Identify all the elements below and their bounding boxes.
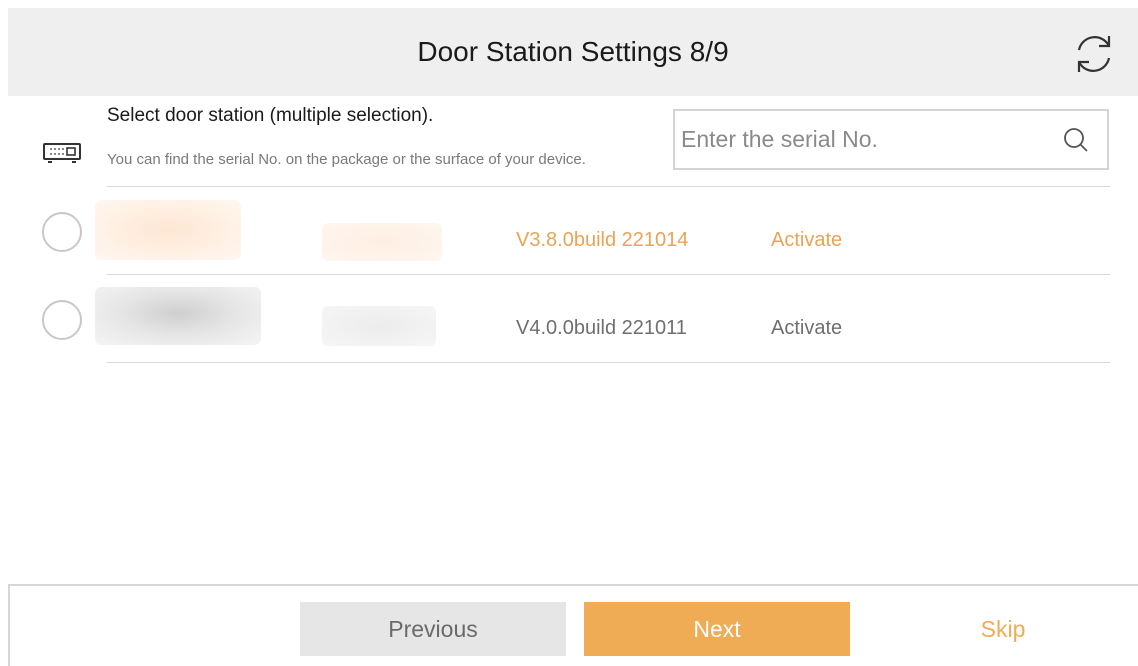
device-name-redacted	[95, 200, 241, 260]
refresh-icon[interactable]	[1070, 30, 1118, 78]
selection-title: Select door station (multiple selection)…	[107, 105, 434, 126]
header-bar: Door Station Settings 8/9	[8, 8, 1138, 96]
door-station-settings-page: Door Station Settings 8/9 Select door st…	[0, 0, 1138, 666]
firmware-version: V4.0.0build 221011	[516, 317, 687, 339]
door-station-icon	[42, 142, 82, 164]
serial-search-input[interactable]	[681, 111, 1041, 168]
serial-search-box	[673, 109, 1109, 170]
search-icon[interactable]	[1061, 125, 1091, 155]
divider	[107, 362, 1110, 363]
activate-link[interactable]: Activate	[771, 229, 842, 252]
skip-button[interactable]: Skip	[900, 602, 1106, 656]
next-button[interactable]: Next	[584, 602, 850, 656]
page-title: Door Station Settings 8/9	[417, 36, 729, 67]
activate-link[interactable]: Activate	[771, 317, 842, 340]
device-name-redacted	[95, 287, 261, 345]
device-serial-redacted	[322, 223, 442, 261]
previous-button[interactable]: Previous	[300, 602, 566, 656]
selection-hint: You can find the serial No. on the packa…	[107, 151, 586, 168]
device-radio[interactable]	[42, 212, 82, 252]
firmware-version: V3.8.0build 221014	[516, 229, 689, 251]
device-radio[interactable]	[42, 300, 82, 340]
device-serial-redacted	[322, 306, 436, 346]
device-row[interactable]: V4.0.0build 221011 Activate	[0, 275, 1138, 363]
device-row[interactable]: V3.8.0build 221014 Activate	[0, 187, 1138, 275]
